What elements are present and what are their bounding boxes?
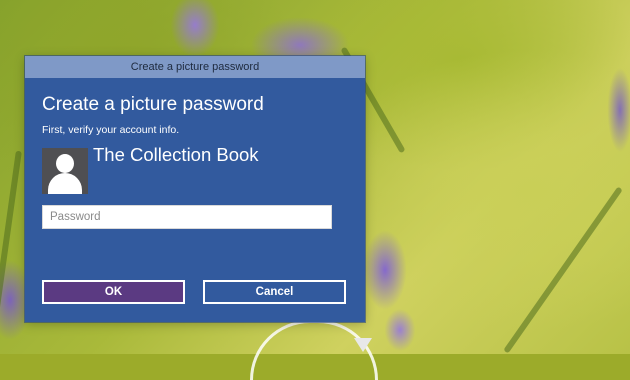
user-icon-head	[56, 154, 74, 173]
user-icon-shoulders	[48, 173, 82, 194]
ok-button[interactable]: OK	[42, 280, 185, 304]
cancel-button[interactable]: Cancel	[203, 280, 346, 304]
gesture-arrow-icon	[354, 338, 372, 352]
flower-stem	[503, 186, 623, 354]
dialog-subheading: First, verify your account info.	[42, 124, 180, 136]
dialog-titlebar: Create a picture password	[25, 56, 365, 78]
dialog-heading: Create a picture password	[42, 94, 264, 115]
password-field[interactable]	[42, 205, 332, 229]
picture-password-dialog: Create a picture password Create a pictu…	[25, 56, 365, 322]
user-icon	[42, 148, 88, 194]
flower-stem	[0, 150, 22, 350]
account-name: The Collection Book	[93, 144, 259, 165]
